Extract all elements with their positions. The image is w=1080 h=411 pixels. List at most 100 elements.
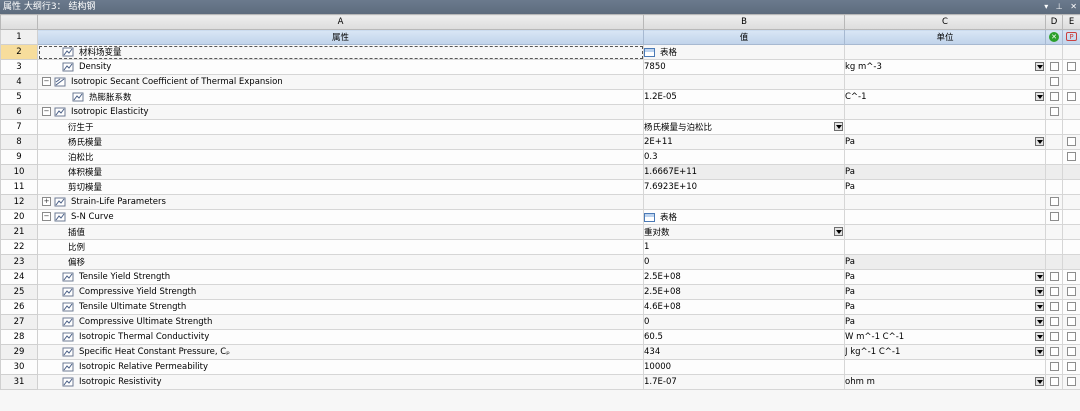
value-cell[interactable]: 杨氏模量与泊松比 bbox=[643, 119, 845, 135]
parameter-checkbox-d[interactable] bbox=[1049, 377, 1059, 386]
value-cell[interactable]: 重对数 bbox=[643, 224, 845, 240]
value-cell[interactable]: 0 bbox=[643, 314, 845, 330]
value-cell[interactable]: 表格 bbox=[643, 44, 845, 60]
parameter-d-cell[interactable] bbox=[1045, 284, 1063, 300]
value-cell[interactable]: 表格 bbox=[643, 209, 845, 225]
value-cell[interactable]: 0.3 bbox=[643, 149, 845, 165]
unit-dropdown-icon[interactable] bbox=[1035, 317, 1044, 326]
value-cell[interactable]: 0 bbox=[643, 254, 845, 270]
value-cell[interactable]: 7850 bbox=[643, 59, 845, 75]
property-cell[interactable]: 材料场变量 bbox=[37, 44, 644, 60]
parameter-checkbox-d[interactable] bbox=[1049, 317, 1059, 326]
table-row[interactable]: 7 衍生于 杨氏模量与泊松比 bbox=[0, 119, 1080, 135]
parameter-d-cell[interactable] bbox=[1045, 74, 1063, 90]
property-cell[interactable]: 杨氏模量 bbox=[37, 134, 644, 150]
property-cell[interactable]: Isotropic Relative Permeability bbox=[37, 359, 644, 375]
parameter-d-cell[interactable] bbox=[1045, 299, 1063, 315]
parameter-d-cell[interactable] bbox=[1045, 329, 1063, 345]
value-cell[interactable]: 2.5E+08 bbox=[643, 269, 845, 285]
value-cell[interactable]: 2E+11 bbox=[643, 134, 845, 150]
column-header-e[interactable]: E bbox=[1062, 14, 1080, 30]
parameter-d-cell[interactable] bbox=[1045, 314, 1063, 330]
parameter-checkbox-d[interactable] bbox=[1049, 77, 1059, 86]
unit-dropdown-icon[interactable] bbox=[1035, 347, 1044, 356]
value-cell[interactable]: 60.5 bbox=[643, 329, 845, 345]
table-row[interactable]: 31 Isotropic Resistivity 1.7E-07 ohm m bbox=[0, 374, 1080, 390]
table-row[interactable]: 2 材料场变量 表格 bbox=[0, 44, 1080, 60]
expand-icon[interactable]: + bbox=[42, 197, 51, 207]
property-cell[interactable]: 比例 bbox=[37, 239, 644, 255]
table-row[interactable]: 4− Isotropic Secant Coefficient of Therma… bbox=[0, 74, 1080, 90]
parameter-e-cell[interactable] bbox=[1062, 284, 1080, 300]
parameter-checkbox-e[interactable] bbox=[1067, 272, 1076, 281]
table-row[interactable]: 3 Density 7850 kg m^-3 bbox=[0, 59, 1080, 75]
table-row[interactable]: 10 体积模量 1.6667E+11 Pa bbox=[0, 164, 1080, 180]
parameter-checkbox-d[interactable] bbox=[1049, 197, 1059, 206]
unit-cell[interactable]: ohm m bbox=[844, 374, 1046, 390]
table-row[interactable]: 23 偏移 0 Pa bbox=[0, 254, 1080, 270]
column-header-c[interactable]: C bbox=[844, 14, 1046, 30]
property-cell[interactable]: + Strain-Life Parameters bbox=[37, 194, 644, 210]
table-row[interactable]: 28 Isotropic Thermal Conductivity 60.5 W m^… bbox=[0, 329, 1080, 345]
collapse-icon[interactable]: − bbox=[42, 107, 51, 117]
parameter-checkbox-d[interactable] bbox=[1049, 302, 1059, 311]
column-header-a[interactable]: A bbox=[37, 14, 644, 30]
value-cell[interactable]: 10000 bbox=[643, 359, 845, 375]
property-cell[interactable]: 插值 bbox=[37, 224, 644, 240]
parameter-checkbox-e[interactable] bbox=[1067, 137, 1076, 146]
parameter-d-cell[interactable] bbox=[1045, 59, 1063, 75]
value-cell[interactable]: 1.2E-05 bbox=[643, 89, 845, 105]
unit-cell[interactable]: Pa bbox=[844, 269, 1046, 285]
unit-dropdown-icon[interactable] bbox=[1035, 62, 1044, 71]
parameter-d-cell[interactable] bbox=[1045, 269, 1063, 285]
unit-dropdown-icon[interactable] bbox=[1035, 332, 1044, 341]
table-row[interactable]: 6− Isotropic Elasticity bbox=[0, 104, 1080, 120]
property-cell[interactable]: 衍生于 bbox=[37, 119, 644, 135]
parameter-d-cell[interactable] bbox=[1045, 344, 1063, 360]
collapse-icon[interactable]: − bbox=[42, 77, 51, 87]
column-header-b[interactable]: B bbox=[643, 14, 845, 30]
parameter-checkbox-e[interactable] bbox=[1067, 347, 1076, 356]
unit-cell[interactable]: Pa bbox=[844, 299, 1046, 315]
property-cell[interactable]: − S-N Curve bbox=[37, 209, 644, 225]
property-cell[interactable]: 剪切模量 bbox=[37, 179, 644, 195]
table-row[interactable]: 24 Tensile Yield Strength 2.5E+08 Pa bbox=[0, 269, 1080, 285]
collapse-icon[interactable]: − bbox=[42, 212, 51, 222]
table-row[interactable]: 30 Isotropic Relative Permeability 10000 bbox=[0, 359, 1080, 375]
parameter-d-cell[interactable] bbox=[1045, 209, 1063, 225]
parameter-d-cell[interactable] bbox=[1045, 194, 1063, 210]
value-cell[interactable]: 2.5E+08 bbox=[643, 284, 845, 300]
parameter-e-cell[interactable] bbox=[1062, 344, 1080, 360]
table-row[interactable]: 9 泊松比 0.3 bbox=[0, 149, 1080, 165]
parameter-checkbox-e[interactable] bbox=[1067, 377, 1076, 386]
parameter-checkbox-d[interactable] bbox=[1049, 212, 1059, 221]
value-cell[interactable]: 434 bbox=[643, 344, 845, 360]
parameter-checkbox-d[interactable] bbox=[1049, 92, 1059, 101]
value-cell[interactable]: 4.6E+08 bbox=[643, 299, 845, 315]
table-row[interactable]: 12 + Strain-Life Parameters bbox=[0, 194, 1080, 210]
property-cell[interactable]: Tensile Ultimate Strength bbox=[37, 299, 644, 315]
table-row[interactable]: 26 Tensile Ultimate Strength 4.6E+08 Pa bbox=[0, 299, 1080, 315]
parameter-checkbox-e[interactable] bbox=[1067, 362, 1076, 371]
parameter-checkbox-d[interactable] bbox=[1049, 332, 1059, 341]
parameter-link-icon[interactable]: P bbox=[1066, 32, 1077, 41]
unit-cell[interactable]: C^-1 bbox=[844, 89, 1046, 105]
unit-dropdown-icon[interactable] bbox=[1035, 302, 1044, 311]
table-row[interactable]: 11 剪切模量 7.6923E+10 Pa bbox=[0, 179, 1080, 195]
property-cell[interactable]: Tensile Yield Strength bbox=[37, 269, 644, 285]
green-x-icon[interactable]: ✕ bbox=[1049, 32, 1059, 42]
unit-dropdown-icon[interactable] bbox=[1035, 377, 1044, 386]
table-row[interactable]: 21 插值 重对数 bbox=[0, 224, 1080, 240]
unit-cell[interactable]: Pa bbox=[844, 314, 1046, 330]
parameter-checkbox-d[interactable] bbox=[1049, 362, 1059, 371]
close-icon[interactable]: ✕ bbox=[1070, 2, 1077, 11]
unit-dropdown-icon[interactable] bbox=[1035, 137, 1044, 146]
parameter-e-cell[interactable] bbox=[1062, 269, 1080, 285]
unit-cell[interactable]: Pa bbox=[844, 284, 1046, 300]
column-header-d[interactable]: D bbox=[1045, 14, 1063, 30]
toggle-all-header[interactable]: ✕ bbox=[1045, 29, 1063, 45]
parameter-e-cell[interactable] bbox=[1062, 329, 1080, 345]
pin-icon[interactable]: ⊥ bbox=[1056, 2, 1063, 11]
table-row[interactable]: 29 Specific Heat Constant Pressure, Cₚ 434… bbox=[0, 344, 1080, 360]
property-cell[interactable]: Isotropic Resistivity bbox=[37, 374, 644, 390]
